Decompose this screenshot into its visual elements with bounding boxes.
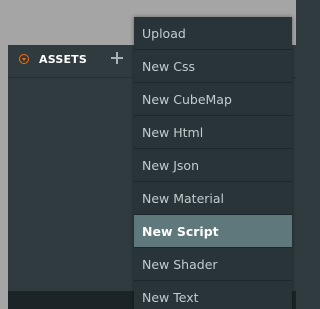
add-asset-icon[interactable] [111,52,123,64]
menu-item-new-html[interactable]: New Html [134,116,292,149]
menu-item-new-cubemap[interactable]: New CubeMap [134,83,292,116]
menu-item-new-json[interactable]: New Json [134,149,292,182]
menu-item-new-material[interactable]: New Material [134,182,292,215]
menu-item-new-script[interactable]: New Script [134,215,292,248]
panel-title: ASSETS [39,53,88,66]
menu-item-new-css[interactable]: New Css [134,50,292,83]
menu-item-new-shader[interactable]: New Shader [134,248,292,281]
collapse-panel-icon[interactable] [19,54,29,64]
menu-item-upload[interactable]: Upload [134,17,292,50]
menu-item-new-text[interactable]: New Text [134,281,292,309]
window-background-left [0,45,8,309]
add-asset-dropdown-menu: Upload New Css New CubeMap New Html New … [134,17,292,309]
